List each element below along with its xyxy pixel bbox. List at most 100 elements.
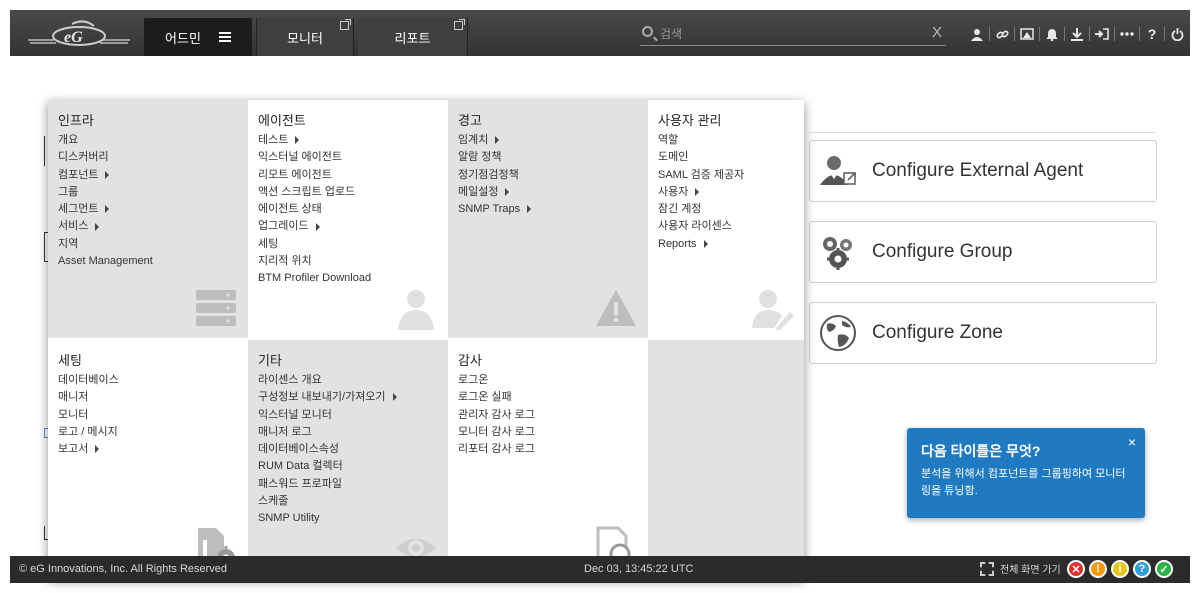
menu-item[interactable]: Asset Management — [58, 253, 238, 270]
menu-item[interactable]: 로고 / 메시지 — [58, 424, 238, 441]
menu-item[interactable]: SNMP Traps — [458, 201, 638, 218]
fullscreen-button[interactable]: 전체 화면 가기 — [980, 561, 1061, 576]
link-icon[interactable] — [991, 24, 1013, 44]
whats-next-tooltip: 다음 타이틀은 무엇? × 분석을 위해서 컴포넌트를 그룹핑하여 모니터링을 … — [907, 428, 1145, 518]
menu-item[interactable]: RUM Data 컬렉터 — [258, 458, 438, 475]
menu-item-label: 서비스 — [58, 220, 89, 233]
menu-item[interactable]: 업그레이드 — [258, 218, 438, 235]
download-icon[interactable] — [1066, 24, 1088, 44]
menu-item[interactable]: 도메인 — [658, 149, 794, 166]
eg-logo[interactable]: eG — [24, 18, 134, 50]
menu-item-label: 그룹 — [58, 185, 79, 198]
menu-item[interactable]: 로그온 — [458, 372, 638, 389]
menu-item[interactable]: 액션 스크립트 업로드 — [258, 184, 438, 201]
minor-status-icon[interactable]: i — [1111, 560, 1129, 578]
menu-item[interactable]: 리모트 에이전트 — [258, 167, 438, 184]
help-icon[interactable]: ? — [1141, 24, 1163, 44]
configure-group-card[interactable]: Configure Group — [809, 221, 1157, 283]
server-stack-icon — [196, 290, 236, 326]
menu-item[interactable]: 데이터베이스 — [58, 372, 238, 389]
menu-item[interactable]: 익스터널 모니터 — [258, 407, 438, 424]
toolbar-divider — [1014, 27, 1015, 41]
menu-section-title: 에이전트 — [258, 113, 306, 128]
menu-item[interactable]: Reports — [658, 236, 794, 253]
menu-item[interactable]: 로그온 실패 — [458, 389, 638, 406]
menu-item[interactable]: 에이전트 상태 — [258, 201, 438, 218]
menu-item-label: 세팅 — [258, 237, 279, 250]
menu-item[interactable]: 정기점검정책 — [458, 167, 638, 184]
menu-section-alerts: 경고 임계치 알람 정책 정기점검정책 메일설정 SNMP Traps — [448, 100, 648, 338]
configure-zone-card[interactable]: Configure Zone — [809, 302, 1157, 364]
menu-item[interactable]: 개요 — [58, 132, 238, 149]
menu-item[interactable]: 사용자 — [658, 184, 794, 201]
nav-tab-admin[interactable]: 어드민 — [144, 18, 252, 56]
menu-item[interactable]: 라이센스 개요 — [258, 372, 438, 389]
menu-section-empty — [648, 340, 804, 578]
more-icon[interactable] — [1116, 24, 1138, 44]
menu-item[interactable]: 임계치 — [458, 132, 638, 149]
external-link-icon[interactable] — [340, 19, 351, 30]
menu-item[interactable]: 역할 — [658, 132, 794, 149]
nav-tab-report[interactable]: 리포트 — [358, 18, 468, 56]
menu-item-label: 데이터베이스속성 — [258, 443, 339, 456]
menu-item[interactable]: 지리적 위치 — [258, 253, 438, 270]
server-datetime: Dec 03, 13:45:22 UTC — [584, 563, 694, 575]
menu-item[interactable]: 관리자 감사 로그 — [458, 407, 638, 424]
bell-icon[interactable] — [1041, 24, 1063, 44]
menu-item[interactable]: 모니터 — [58, 407, 238, 424]
menu-item-label: Reports — [658, 237, 697, 250]
power-icon[interactable] — [1166, 24, 1188, 44]
critical-status-icon[interactable]: ✕ — [1067, 560, 1085, 578]
menu-item[interactable]: 디스커버리 — [58, 149, 238, 166]
submenu-arrow-icon — [505, 187, 510, 196]
clear-search-icon[interactable]: X — [932, 24, 942, 41]
menu-item[interactable]: 메일설정 — [458, 184, 638, 201]
menu-item[interactable]: 매니저 로그 — [258, 424, 438, 441]
menu-item[interactable]: 보고서 — [58, 441, 238, 458]
menu-item[interactable]: 데이터베이스속성 — [258, 441, 438, 458]
nav-tab-admin-label: 어드민 — [165, 30, 201, 46]
menu-item[interactable]: 리포터 감사 로그 — [458, 441, 638, 458]
menu-item[interactable]: 사용자 라이센스 — [658, 218, 794, 235]
menu-item-label: 역할 — [658, 134, 679, 146]
menu-item[interactable]: 컴포넌트 — [58, 167, 238, 184]
menu-item[interactable]: 세그먼트 — [58, 201, 238, 218]
menu-item-label: BTM Profiler Download — [258, 272, 372, 285]
unknown-status-icon[interactable]: ? — [1133, 560, 1151, 578]
user-icon[interactable] — [966, 24, 988, 44]
major-status-icon[interactable]: ! — [1089, 560, 1107, 578]
menu-item[interactable]: 알람 정책 — [458, 149, 638, 166]
menu-item[interactable]: 매니저 — [58, 389, 238, 406]
menu-item[interactable]: 패스워드 프로파일 — [258, 476, 438, 493]
toolbar-divider — [989, 27, 990, 41]
image-icon[interactable] — [1016, 24, 1038, 44]
menu-item-label: 메일설정 — [458, 185, 499, 198]
menu-item[interactable]: 스케줄 — [258, 493, 438, 510]
toolbar-divider — [1089, 27, 1090, 41]
menu-item[interactable]: SAML 검증 제공자 — [658, 167, 794, 184]
configure-external-agent-card[interactable]: Configure External Agent — [809, 140, 1157, 202]
menu-item[interactable]: 세팅 — [258, 236, 438, 253]
menu-item[interactable]: 테스트 — [258, 132, 438, 149]
menu-item-label: 리모트 에이전트 — [258, 168, 332, 181]
menu-item[interactable]: 그룹 — [58, 184, 238, 201]
close-icon[interactable]: × — [1128, 434, 1136, 450]
menu-item[interactable]: 익스터널 에이전트 — [258, 149, 438, 166]
normal-status-icon[interactable]: ✓ — [1155, 560, 1173, 578]
tooltip-body: 분석을 위해서 컴포넌트를 그룹핑하여 모니터링을 튜닝함. — [921, 468, 1126, 497]
search-box: X — [640, 24, 946, 46]
menu-section-title: 경고 — [458, 113, 482, 128]
fullscreen-label: 전체 화면 가기 — [1000, 565, 1061, 576]
login-icon[interactable] — [1091, 24, 1113, 44]
external-link-icon[interactable] — [454, 19, 465, 30]
menu-item-label: 라이센스 개요 — [258, 374, 322, 386]
menu-item[interactable]: 구성정보 내보내기/가져오기 — [258, 389, 438, 406]
menu-item[interactable]: 모니터 감사 로그 — [458, 424, 638, 441]
menu-item[interactable]: 서비스 — [58, 218, 238, 235]
toolbar-icons: ? — [966, 24, 1188, 44]
menu-item[interactable]: 잠긴 계정 — [658, 201, 794, 218]
menu-item-label: 구성정보 내보내기/가져오기 — [258, 391, 386, 404]
menu-item[interactable]: 지역 — [58, 236, 238, 253]
search-input[interactable] — [660, 24, 910, 44]
nav-tab-monitor[interactable]: 모니터 — [256, 18, 354, 56]
